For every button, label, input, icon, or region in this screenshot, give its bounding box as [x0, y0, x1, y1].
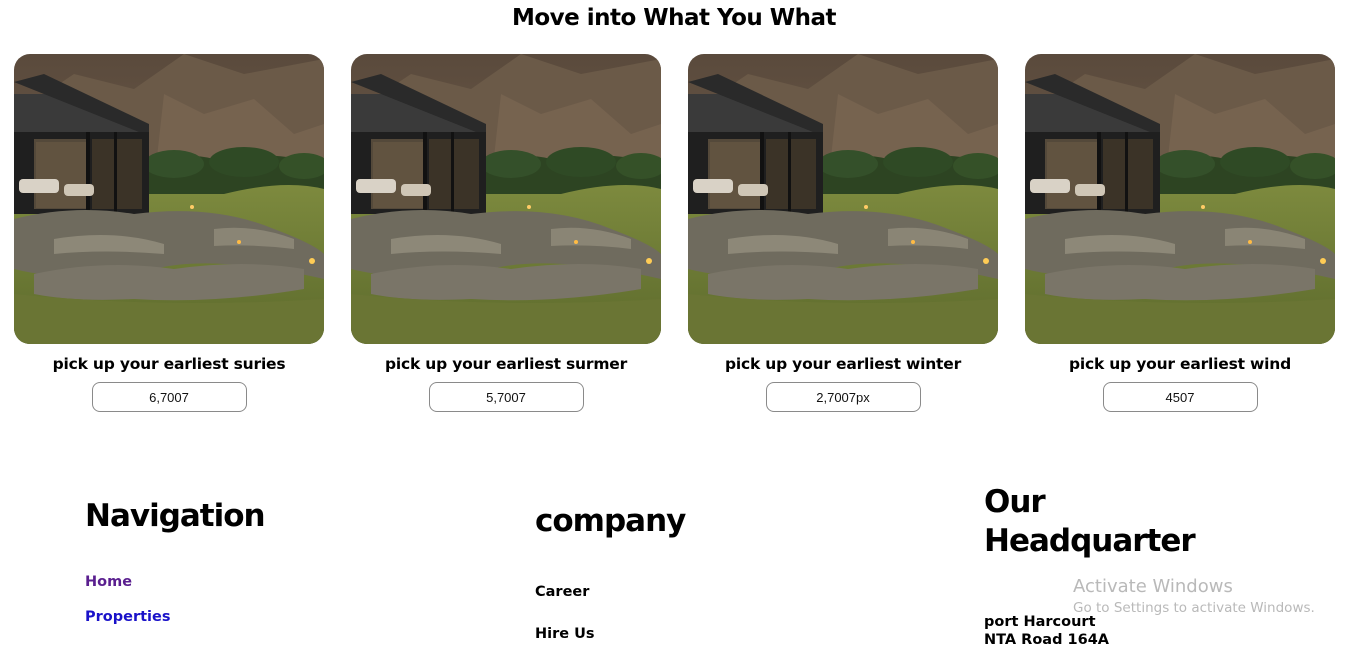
watermark-subtitle: Go to Settings to activate Windows. [1073, 600, 1315, 616]
property-card: pick up your earliest wind [1025, 54, 1335, 412]
address-line-2: NTA Road 164A [984, 632, 1109, 647]
card-caption: pick up your earliest surmer [384, 355, 628, 373]
address-line-1: port Harcourt [984, 614, 1096, 630]
card-caption: pick up your earliest winter [724, 355, 962, 373]
footer-headquarter: Our Headquarter [984, 483, 1196, 561]
company-heading: company [535, 503, 686, 539]
windows-activation-watermark: Activate Windows Go to Settings to activ… [1073, 576, 1315, 616]
nav-link-properties[interactable]: Properties [85, 609, 170, 625]
footer-company: company [535, 502, 686, 541]
card-caption: pick up your earliest suries [52, 355, 286, 373]
card-value-input[interactable] [1102, 382, 1258, 412]
property-card: pick up your earliest surmer [351, 54, 661, 412]
nav-link-home[interactable]: Home [85, 574, 132, 590]
footer-navigation: Navigation [85, 497, 266, 536]
watermark-title: Activate Windows [1073, 576, 1233, 597]
card-value-input[interactable] [91, 382, 247, 412]
property-image[interactable] [1025, 54, 1335, 344]
page-title: Move into What You What [511, 5, 837, 31]
headquarter-heading-line2: Headquarter [984, 523, 1196, 559]
property-card: pick up your earliest winter [688, 54, 998, 412]
card-value-input[interactable] [765, 382, 921, 412]
property-image[interactable] [688, 54, 998, 344]
property-card: pick up your earliest suries [14, 54, 324, 412]
card-value-input[interactable] [428, 382, 584, 412]
card-caption: pick up your earliest wind [1068, 355, 1291, 373]
company-link-career[interactable]: Career [535, 584, 589, 600]
navigation-heading: Navigation [85, 498, 266, 534]
headquarter-heading-line1: Our [984, 484, 1046, 520]
company-link-hire-us[interactable]: Hire Us [535, 626, 595, 642]
property-image[interactable] [351, 54, 661, 344]
property-image[interactable] [14, 54, 324, 344]
